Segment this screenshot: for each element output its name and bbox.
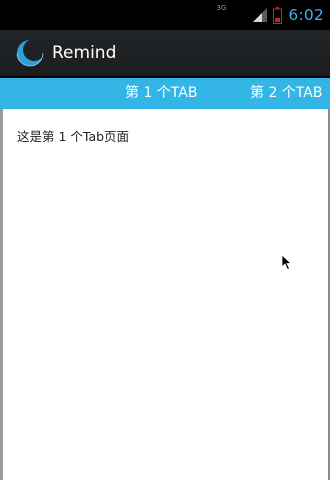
- cell-signal-icon: [253, 8, 268, 22]
- mouse-pointer-icon: [281, 254, 293, 271]
- phone-screen: 3G 6:02 Remind 第 1 个TAB 第 2 个TAB 这是第 1 个…: [0, 0, 330, 480]
- status-clock: 6:02: [288, 6, 324, 24]
- tab-content-page: 这是第 1 个Tab页面: [3, 109, 328, 480]
- page-text: 这是第 1 个Tab页面: [17, 129, 130, 144]
- network-type-label: 3G: [216, 4, 227, 12]
- status-icons: 3G 6:02: [216, 0, 324, 30]
- status-bar: 3G 6:02: [0, 0, 330, 30]
- action-bar: Remind: [0, 30, 330, 76]
- crescent-moon-logo[interactable]: [15, 38, 45, 68]
- app-title: Remind: [52, 43, 117, 63]
- tab-strip: 第 1 个TAB 第 2 个TAB: [0, 78, 330, 109]
- tab-2[interactable]: 第 2 个TAB: [250, 78, 322, 109]
- battery-low-icon: [273, 6, 283, 24]
- tab-1[interactable]: 第 1 个TAB: [125, 78, 197, 109]
